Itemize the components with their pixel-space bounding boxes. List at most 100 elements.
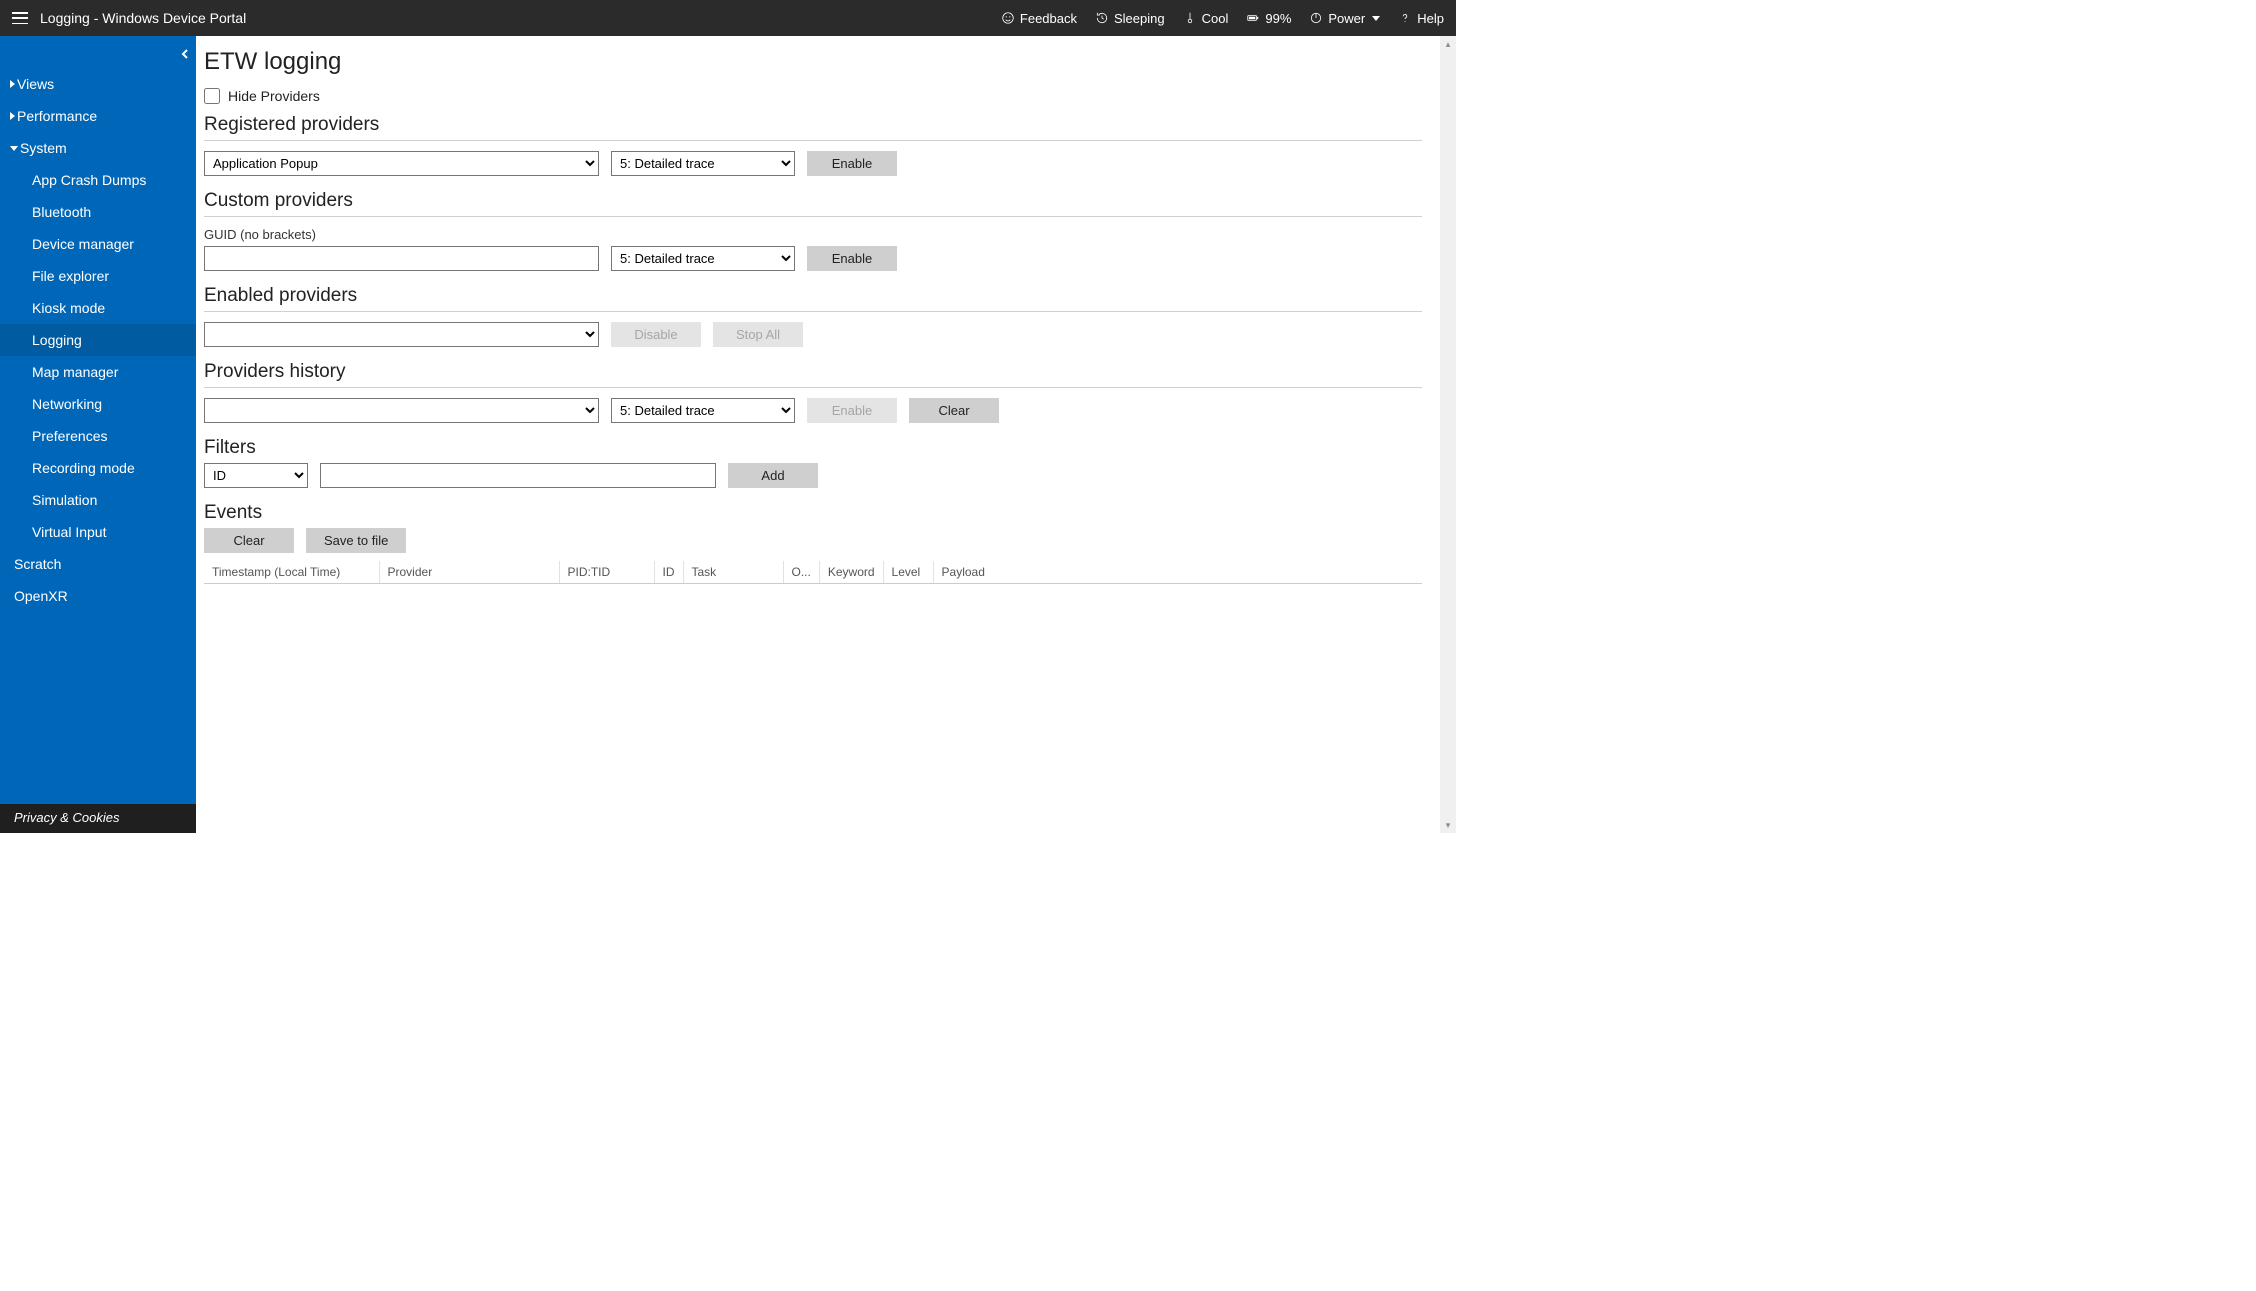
sidebar-item-openxr[interactable]: OpenXR (0, 580, 196, 612)
section-registered-providers: Registered providers Application Popup 5… (204, 114, 1422, 176)
sidebar-item-simulation[interactable]: Simulation (0, 484, 196, 516)
section-heading: Events (204, 502, 1422, 524)
sidebar-item-networking[interactable]: Networking (0, 388, 196, 420)
scroll-up-icon[interactable]: ▴ (1440, 36, 1456, 52)
feedback-icon (1001, 11, 1015, 25)
feedback-label: Feedback (1020, 11, 1077, 26)
hide-providers-checkbox[interactable] (204, 88, 220, 104)
events-col-keyword[interactable]: Keyword (819, 561, 883, 584)
enabled-provider-select[interactable] (204, 322, 599, 347)
filter-field-select[interactable]: ID (204, 463, 308, 488)
section-heading: Custom providers (204, 190, 1422, 212)
caret-right-icon (10, 112, 15, 120)
sidebar-group-views[interactable]: Views (0, 68, 196, 100)
events-col-payload[interactable]: Payload (933, 561, 1422, 584)
sidebar-item-bluetooth[interactable]: Bluetooth (0, 196, 196, 228)
thermometer-icon (1183, 11, 1197, 25)
guid-hint: GUID (no brackets) (204, 227, 1422, 242)
temperature-status: Cool (1183, 11, 1229, 26)
help-label: Help (1417, 11, 1444, 26)
vertical-scrollbar[interactable]: ▴ ▾ (1440, 36, 1456, 833)
sidebar-item-map-manager[interactable]: Map manager (0, 356, 196, 388)
sidebar: Views Performance System App Crash Dumps… (0, 36, 196, 833)
history-level-select[interactable]: 5: Detailed trace (611, 398, 795, 423)
section-heading: Filters (204, 437, 1422, 459)
events-col-id[interactable]: ID (654, 561, 683, 584)
sleep-label: Sleeping (1114, 11, 1165, 26)
enabled-stopall-button: Stop All (713, 322, 803, 347)
sidebar-group-label: Performance (17, 108, 97, 124)
sidebar-group-performance[interactable]: Performance (0, 100, 196, 132)
events-col-task[interactable]: Task (683, 561, 783, 584)
sidebar-group-system[interactable]: System (0, 132, 196, 164)
registered-provider-select[interactable]: Application Popup (204, 151, 599, 176)
help-icon (1398, 11, 1412, 25)
divider (204, 311, 1422, 312)
section-heading: Registered providers (204, 114, 1422, 136)
sidebar-item-recording-mode[interactable]: Recording mode (0, 452, 196, 484)
divider (204, 216, 1422, 217)
sidebar-item-scratch[interactable]: Scratch (0, 548, 196, 580)
battery-status: 99% (1246, 11, 1291, 26)
history-clear-button[interactable]: Clear (909, 398, 999, 423)
filter-value-input[interactable] (320, 463, 716, 488)
battery-label: 99% (1265, 11, 1291, 26)
divider (204, 140, 1422, 141)
history-icon (1095, 11, 1109, 25)
help-link[interactable]: Help (1398, 11, 1444, 26)
custom-enable-button[interactable]: Enable (807, 246, 897, 271)
history-enable-button: Enable (807, 398, 897, 423)
section-heading: Providers history (204, 361, 1422, 383)
sidebar-group-label: System (20, 140, 67, 156)
sidebar-item-app-crash-dumps[interactable]: App Crash Dumps (0, 164, 196, 196)
sidebar-item-kiosk-mode[interactable]: Kiosk mode (0, 292, 196, 324)
page-title: ETW logging (204, 48, 1422, 76)
filter-add-button[interactable]: Add (728, 463, 818, 488)
hide-providers-label[interactable]: Hide Providers (228, 88, 320, 104)
sidebar-item-file-explorer[interactable]: File explorer (0, 260, 196, 292)
registered-enable-button[interactable]: Enable (807, 151, 897, 176)
sidebar-item-preferences[interactable]: Preferences (0, 420, 196, 452)
temp-label: Cool (1202, 11, 1229, 26)
registered-level-select[interactable]: 5: Detailed trace (611, 151, 795, 176)
events-col-provider[interactable]: Provider (379, 561, 559, 584)
events-col-pid-tid[interactable]: PID:TID (559, 561, 654, 584)
events-col-o-[interactable]: O... (783, 561, 819, 584)
section-heading: Enabled providers (204, 285, 1422, 307)
caret-down-icon (10, 146, 18, 151)
events-col-level[interactable]: Level (883, 561, 933, 584)
sidebar-item-logging[interactable]: Logging (0, 324, 196, 356)
divider (204, 387, 1422, 388)
section-enabled-providers: Enabled providers Disable Stop All (204, 285, 1422, 347)
custom-guid-input[interactable] (204, 246, 599, 271)
feedback-link[interactable]: Feedback (1001, 11, 1077, 26)
battery-icon (1246, 11, 1260, 25)
custom-level-select[interactable]: 5: Detailed trace (611, 246, 795, 271)
sidebar-item-virtual-input[interactable]: Virtual Input (0, 516, 196, 548)
scroll-thumb[interactable] (1440, 52, 1456, 817)
scroll-down-icon[interactable]: ▾ (1440, 817, 1456, 833)
events-col-timestamp-local-time-[interactable]: Timestamp (Local Time) (204, 561, 379, 584)
sidebar-item-device-manager[interactable]: Device manager (0, 228, 196, 260)
power-menu[interactable]: Power (1309, 11, 1380, 26)
sleep-status: Sleeping (1095, 11, 1165, 26)
content-area: ETW logging Hide Providers Registered pr… (196, 36, 1456, 833)
power-icon (1309, 11, 1323, 25)
history-provider-select[interactable] (204, 398, 599, 423)
menu-toggle-icon[interactable] (12, 12, 28, 24)
events-table: Timestamp (Local Time)ProviderPID:TIDIDT… (204, 561, 1422, 584)
sidebar-collapse-button[interactable] (180, 46, 190, 62)
events-clear-button[interactable]: Clear (204, 528, 294, 553)
section-providers-history: Providers history 5: Detailed trace Enab… (204, 361, 1422, 423)
section-filters: Filters ID Add (204, 437, 1422, 488)
power-label: Power (1328, 11, 1365, 26)
chevron-down-icon (1372, 16, 1380, 21)
page-window-title: Logging - Windows Device Portal (40, 10, 246, 26)
section-custom-providers: Custom providers GUID (no brackets) 5: D… (204, 190, 1422, 271)
caret-right-icon (10, 80, 15, 88)
sidebar-group-label: Views (17, 76, 54, 92)
privacy-cookies-link[interactable]: Privacy & Cookies (0, 804, 196, 833)
events-save-button[interactable]: Save to file (306, 528, 406, 553)
topbar: Logging - Windows Device Portal Feedback… (0, 0, 1456, 36)
section-events: Events Clear Save to file Timestamp (Loc… (204, 502, 1422, 584)
